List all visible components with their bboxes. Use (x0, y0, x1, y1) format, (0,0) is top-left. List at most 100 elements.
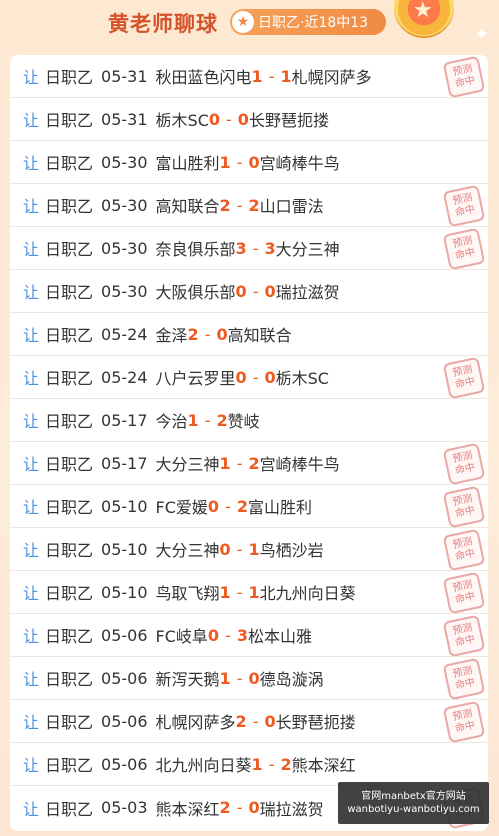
handicap-label: 让 (23, 412, 40, 431)
match-row[interactable]: 让日职乙 05-30 奈良俱乐部 3-3 大分三神 预测 命中 (10, 227, 488, 271)
away-team: 栃木SC (275, 369, 329, 388)
match-date: 05-10 (101, 582, 148, 602)
match-list: 让日职乙 05-31 秋田蓝色闪电 1-1 札幌冈萨多 预测 命中让日职乙 05-31 栃木SC… (10, 55, 488, 831)
match-row[interactable]: 让日职乙 05-10 FC爱媛 0-2 富山胜利 预测 命中 (10, 485, 488, 529)
prediction-hit-stamp: 预测命中 (442, 528, 486, 572)
prediction-hit-stamp: 预测命中 (442, 700, 486, 744)
match-date: 05-30 (101, 281, 148, 301)
handicap-label: 让 (23, 799, 40, 819)
match-date: 05-10 (101, 539, 148, 559)
match-row[interactable]: 让日职乙 05-24 金泽 2-0 高知联合 (10, 313, 488, 356)
home-score: 1 (219, 668, 231, 688)
match-date: 05-17 (101, 453, 148, 473)
home-score: 1 (251, 754, 263, 774)
match-date: 05-06 (101, 668, 148, 688)
home-score: 1 (219, 152, 231, 172)
league-name: 日职乙 (45, 111, 94, 130)
prediction-hit-stamp: 预测命中 (442, 184, 486, 228)
league-name: 日职乙 (45, 68, 94, 87)
score-separator: - (268, 754, 275, 774)
match-row[interactable]: 让日职乙 05-17 大分三神 1-2 宫崎棒牛鸟 预测 命中 (10, 442, 488, 486)
away-score: 0 (264, 281, 276, 301)
away-team: 赞岐 (227, 412, 260, 431)
prediction-hit-stamp: 预测命中 (442, 657, 486, 701)
match-row[interactable]: 让日职乙 05-31 秋田蓝色闪电 1-1 札幌冈萨多 预测 命中 (10, 55, 488, 99)
league-name: 日职乙 (45, 541, 94, 560)
score-separator: - (236, 539, 243, 559)
away-score: 1 (280, 66, 292, 86)
away-team: 山口雷法 (259, 197, 324, 216)
match-row[interactable]: 让日职乙 05-31 栃木SC 0-0 长野琶扼搂 (10, 98, 488, 141)
stamp-text-line-2: 命中 (454, 547, 477, 563)
match-date: 05-06 (101, 754, 148, 774)
home-team: 今治 (155, 412, 188, 431)
away-team: 高知联合 (227, 326, 292, 345)
match-row[interactable]: 让日职乙 05-30 高知联合 2-2 山口雷法 预测 命中 (10, 184, 488, 228)
match-row[interactable]: 让日职乙 05-24 八户云罗里 0-0 栃木SC 预测 命中 (10, 356, 488, 400)
match-row[interactable]: 让日职乙 05-10 大分三神 0-1 鸟栖沙岩 预测 命中 (10, 528, 488, 572)
handicap-label: 让 (23, 455, 40, 474)
away-team: 鸟栖沙岩 (259, 541, 324, 560)
away-team: 札幌冈萨多 (291, 68, 372, 87)
home-team: 大分三神 (155, 455, 220, 474)
home-score: 0 (208, 109, 221, 129)
stamp-text-line-2: 命中 (454, 461, 477, 477)
stamp-text-line-2: 命中 (454, 676, 477, 692)
home-team: 八户云罗里 (155, 369, 236, 388)
score-separator: - (252, 238, 259, 258)
match-row[interactable]: 让日职乙 05-06 札幌冈萨多 2-0 长野琶扼搂 预测 命中 (10, 700, 488, 744)
match-date: 05-24 (101, 324, 148, 344)
league-name: 日职乙 (45, 498, 94, 517)
home-team: 札幌冈萨多 (155, 713, 236, 732)
score-separator: - (236, 195, 243, 215)
home-team: 北九州向日葵 (155, 756, 252, 775)
header: 黄老师聊球 ★ 日职乙·近18中13 ★ ✦ (0, 0, 499, 52)
handicap-label: 让 (23, 670, 40, 689)
home-team: 秋田蓝色闪电 (155, 68, 252, 87)
home-team: 新泻天鹅 (155, 670, 220, 689)
page-title: 黄老师聊球 (108, 12, 218, 36)
watermark-line-1: 官网manbetx官方网站 (361, 791, 466, 802)
away-team: 德岛漩涡 (259, 670, 324, 689)
league-name: 日职乙 (45, 283, 94, 302)
score-separator: - (252, 281, 259, 301)
star-icon: ★ (232, 11, 254, 33)
watermark-line-2: wanbotiyu-wanbotiyu.com (347, 804, 480, 815)
score-separator: - (252, 367, 259, 387)
home-score: 0 (207, 496, 220, 516)
away-team: 宫崎棒牛鸟 (259, 455, 340, 474)
stamp-text-line-2: 命中 (454, 203, 477, 219)
away-score: 0 (264, 367, 276, 387)
score-separator: - (252, 711, 259, 731)
away-score: 0 (237, 109, 249, 129)
home-score: 1 (251, 66, 263, 86)
match-row[interactable]: 让日职乙 05-30 富山胜利 1-0 宫崎棒牛鸟 (10, 141, 488, 184)
handicap-label: 让 (23, 68, 40, 87)
watermark: 官网manbetx官方网站 wanbotiyu-wanbotiyu.com (338, 782, 489, 824)
league-name: 日职乙 (45, 713, 94, 732)
handicap-label: 让 (23, 584, 40, 603)
prediction-hit-stamp: 预测命中 (442, 227, 486, 271)
home-team: 富山胜利 (155, 154, 220, 173)
match-row[interactable]: 让日职乙 05-10 鸟取飞翔 1-1 北九州向日葵 预测 命中 (10, 571, 488, 615)
score-separator: - (236, 668, 243, 688)
away-score: 1 (248, 539, 260, 559)
stamp-text-line-2: 命中 (454, 719, 477, 735)
sparkle-icon: ✦ (474, 24, 490, 45)
score-separator: - (236, 582, 243, 602)
match-row[interactable]: 让日职乙 05-30 大阪俱乐部 0-0 瑞拉滋贺 (10, 270, 488, 313)
score-separator: - (268, 66, 275, 86)
match-row[interactable]: 让日职乙 05-17 今治 1-2 赞岐 (10, 399, 488, 442)
home-team: 高知联合 (155, 197, 220, 216)
home-team: 金泽 (155, 326, 188, 345)
match-row[interactable]: 让日职乙 05-06 FC岐阜 0-3 松本山雅 预测 命中 (10, 614, 488, 658)
stamp-text-line-2: 命中 (454, 375, 477, 391)
home-team: 鸟取飞翔 (155, 584, 220, 603)
match-row[interactable]: 让日职乙 05-06 新泻天鹅 1-0 德岛漩涡 预测 命中 (10, 657, 488, 701)
away-team: 松本山雅 (247, 627, 312, 646)
away-score: 3 (264, 238, 276, 258)
score-separator: - (236, 152, 243, 172)
home-team: 奈良俱乐部 (155, 240, 236, 259)
prediction-hit-stamp: 预测命中 (442, 614, 486, 658)
match-row[interactable]: 让日职乙 05-06 北九州向日葵 1-2 熊本深红 (10, 743, 488, 786)
